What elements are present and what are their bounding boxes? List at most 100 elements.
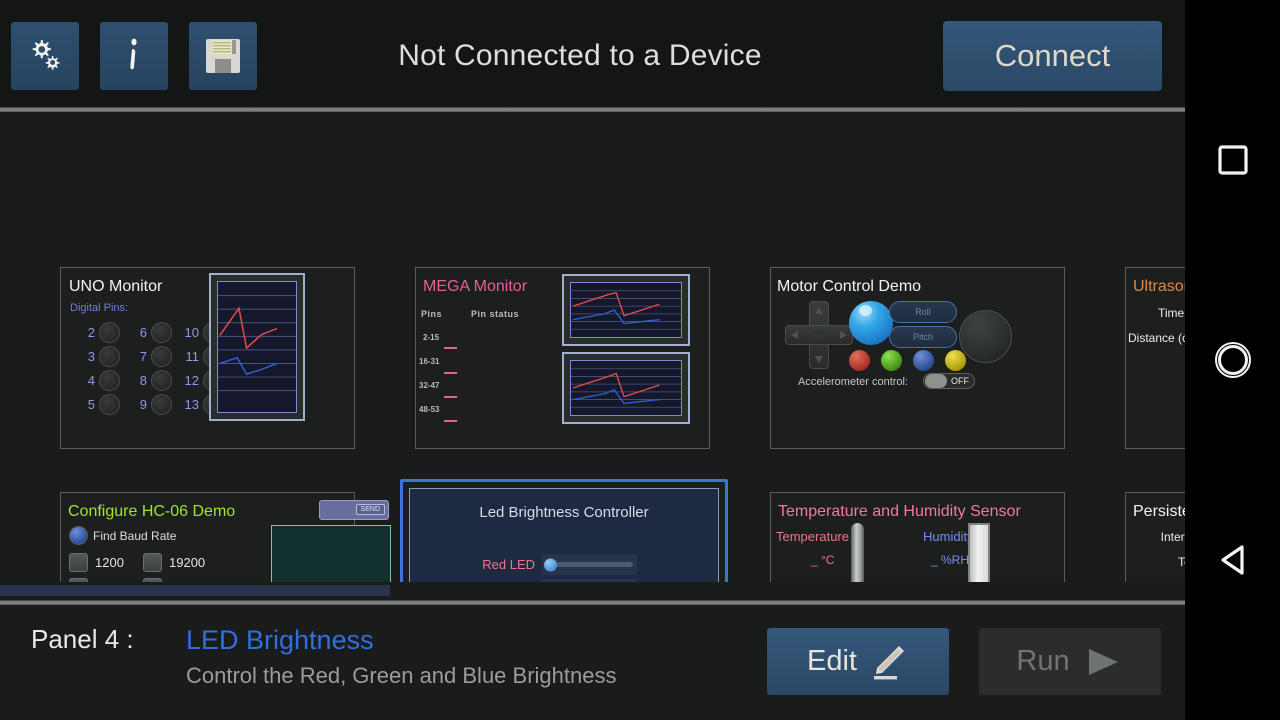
panel-motor-control[interactable]: Motor Control Demo Roll Pitch Accelerome… xyxy=(770,267,1065,449)
mega-row-status[interactable] xyxy=(444,420,457,422)
pin-led[interactable] xyxy=(99,393,120,415)
scrollbar-thumb[interactable] xyxy=(0,585,390,596)
pin-row[interactable]: 5 xyxy=(73,392,133,416)
run-button[interactable]: Run xyxy=(979,628,1161,695)
rotary-knob[interactable] xyxy=(959,310,1012,363)
mega-row-label: 2-15 xyxy=(423,333,440,342)
pin-number: 9 xyxy=(139,396,147,412)
pin-led[interactable] xyxy=(99,369,120,391)
pin-number: 8 xyxy=(139,372,147,388)
panel-number-label: Panel 4 : xyxy=(31,624,134,654)
mega-row-label: 48-53 xyxy=(419,405,440,414)
digital-pins-label: Digital Pins: xyxy=(70,302,129,314)
pin-led[interactable] xyxy=(151,393,172,415)
mega-graph-top xyxy=(562,274,690,346)
hc06-terminal-output xyxy=(271,525,391,582)
baud-option[interactable]: 1200 xyxy=(69,553,124,572)
toggle-knob xyxy=(925,374,947,388)
roll-button[interactable]: Roll xyxy=(889,301,957,323)
temperature-label: Temperature xyxy=(776,529,849,544)
pin-led[interactable] xyxy=(151,369,172,391)
pin-row[interactable]: 9 xyxy=(125,392,185,416)
mega-row-status[interactable] xyxy=(444,372,457,374)
panel-title: Motor Control Demo xyxy=(777,278,922,295)
accelerometer-label: Accelerometer control: xyxy=(798,376,909,388)
slider-row-red[interactable]: Red LED xyxy=(453,554,637,575)
mega-graph-top-plot xyxy=(570,282,682,338)
panel-configure-hc06[interactable]: Configure HC-06 Demo SEND Find Baud Rate… xyxy=(60,492,391,582)
panel-title: UNO Monitor xyxy=(69,278,163,295)
pin-led[interactable] xyxy=(99,345,120,367)
panel-mega-monitor[interactable]: MEGA Monitor Pins Pin status 2-15 16-31 … xyxy=(415,267,710,449)
pin-number: 10 xyxy=(184,324,199,340)
panel-persistent[interactable]: Persiste Interval Text xyxy=(1125,492,1185,582)
joystick-sphere[interactable] xyxy=(849,301,893,345)
pin-number: 11 xyxy=(185,348,200,364)
pin-led[interactable] xyxy=(151,345,172,367)
panel-title: Persiste xyxy=(1133,503,1185,520)
pin-row[interactable]: 8 xyxy=(125,368,185,392)
pitch-button[interactable]: Pitch xyxy=(889,326,957,348)
mega-row-status[interactable] xyxy=(444,347,457,349)
pin-column-2: 6 7 8 9 xyxy=(125,320,185,416)
connect-button-label: Connect xyxy=(994,38,1111,73)
header-bar: Not Connected to a Device Connect xyxy=(0,0,1185,112)
pin-number: 3 xyxy=(87,348,95,364)
panel-uno-monitor[interactable]: UNO Monitor Digital Pins: 2 3 4 5 6 7 8 … xyxy=(60,267,355,449)
settings-icon xyxy=(32,40,60,70)
baud-status-led xyxy=(69,526,88,545)
circle-icon xyxy=(1214,342,1251,378)
baud-option[interactable]: 19200 xyxy=(143,553,205,572)
led-panel-inner: Led Brightness Controller Red LED Green … xyxy=(409,488,719,582)
connect-button[interactable]: Connect xyxy=(943,21,1162,91)
red-button[interactable] xyxy=(849,350,870,371)
pin-led[interactable] xyxy=(151,321,172,343)
send-button[interactable]: SEND xyxy=(355,504,385,515)
panel-ultrasonic[interactable]: Ultrason Time (µ Distance (c xyxy=(1125,267,1185,449)
pin-row[interactable]: 3 xyxy=(73,344,133,368)
temperature-value: _ °C xyxy=(811,553,835,567)
mega-row-label: 16-31 xyxy=(419,357,440,366)
save-button[interactable] xyxy=(189,22,257,90)
pin-row[interactable]: 4 xyxy=(73,368,133,392)
slider-thumb[interactable] xyxy=(544,558,557,571)
yellow-button[interactable] xyxy=(945,350,966,371)
square-icon xyxy=(1217,145,1248,175)
ultrasonic-distance-label: Distance (c xyxy=(1128,331,1185,345)
hc06-command-field[interactable]: SEND xyxy=(319,500,389,520)
app-window: Not Connected to a Device Connect UNO Mo… xyxy=(0,0,1185,720)
pin-led[interactable] xyxy=(99,321,120,343)
thermometer-tube xyxy=(851,523,864,582)
pin-row[interactable]: 6 xyxy=(125,320,185,344)
humidity-value: _ %RH xyxy=(931,553,970,567)
blue-button[interactable] xyxy=(913,350,934,371)
panel-title: Led Brightness Controller xyxy=(479,504,649,521)
panel-temperature-humidity[interactable]: Temperature and Humidity Sensor Temperat… xyxy=(770,492,1065,582)
green-button[interactable] xyxy=(881,350,902,371)
find-baud-rate-label: Find Baud Rate xyxy=(93,529,177,543)
red-led-slider[interactable] xyxy=(542,554,637,575)
pin-number: 5 xyxy=(87,396,95,412)
run-button-label: Run xyxy=(1016,645,1070,677)
baud-checkbox[interactable] xyxy=(69,553,88,572)
horizontal-scrollbar[interactable] xyxy=(0,582,1185,600)
pencil-icon xyxy=(873,645,904,679)
info-button[interactable] xyxy=(100,22,168,90)
mega-row-status[interactable] xyxy=(444,396,457,398)
home-button[interactable] xyxy=(1185,333,1280,387)
recents-button[interactable] xyxy=(1185,133,1280,187)
uno-graph-svg xyxy=(218,295,296,392)
baud-checkbox[interactable] xyxy=(143,553,162,572)
text-label: Text xyxy=(1177,555,1185,569)
settings-button[interactable] xyxy=(11,22,79,90)
pin-row[interactable]: 7 xyxy=(125,344,185,368)
dpad-control[interactable] xyxy=(785,301,853,369)
dpad-arrow-icons xyxy=(791,307,847,363)
save-icon xyxy=(206,39,240,73)
pin-row[interactable]: 2 xyxy=(73,320,133,344)
back-button[interactable] xyxy=(1185,533,1280,587)
edit-button[interactable]: Edit xyxy=(767,628,949,695)
panel-led-brightness-selected[interactable]: Led Brightness Controller Red LED Green … xyxy=(400,479,728,582)
accelerometer-toggle[interactable]: OFF xyxy=(923,373,975,389)
ultrasonic-time-label: Time (µ xyxy=(1158,306,1185,320)
